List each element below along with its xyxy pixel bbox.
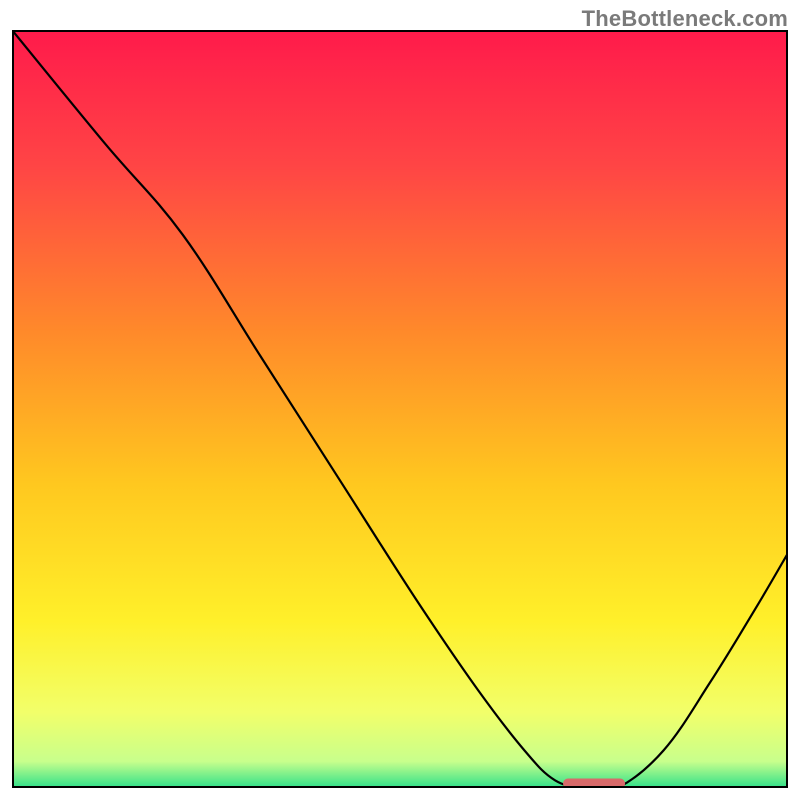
chart-frame: TheBottleneck.com <box>0 0 800 800</box>
plot-border <box>12 30 788 788</box>
watermark-text: TheBottleneck.com <box>582 6 788 32</box>
